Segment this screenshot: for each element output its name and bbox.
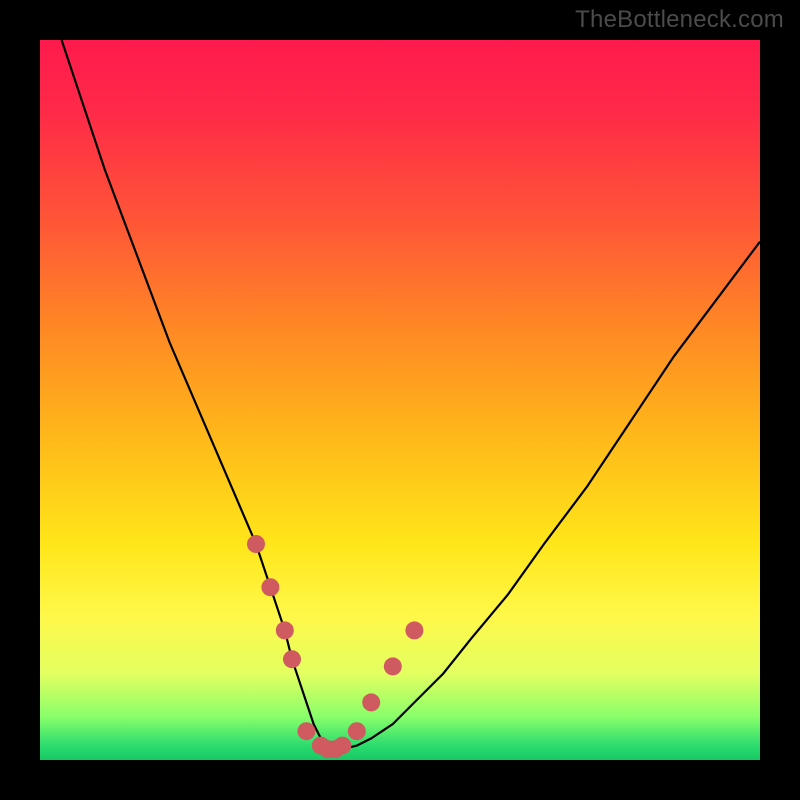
marker-dot bbox=[405, 621, 423, 639]
marker-dot bbox=[362, 693, 380, 711]
chart-overlay bbox=[40, 40, 760, 760]
marker-dot bbox=[261, 578, 279, 596]
marker-dot bbox=[283, 650, 301, 668]
marker-dot bbox=[276, 621, 294, 639]
target-markers bbox=[247, 535, 423, 758]
marker-dot bbox=[247, 535, 265, 553]
chart-frame: TheBottleneck.com bbox=[0, 0, 800, 800]
marker-dot bbox=[384, 657, 402, 675]
marker-dot bbox=[348, 722, 366, 740]
bottleneck-curve-path bbox=[62, 40, 760, 749]
plot-area bbox=[40, 40, 760, 760]
watermark-text: TheBottleneck.com bbox=[575, 6, 784, 34]
marker-dot bbox=[297, 722, 315, 740]
marker-dot bbox=[333, 737, 351, 755]
